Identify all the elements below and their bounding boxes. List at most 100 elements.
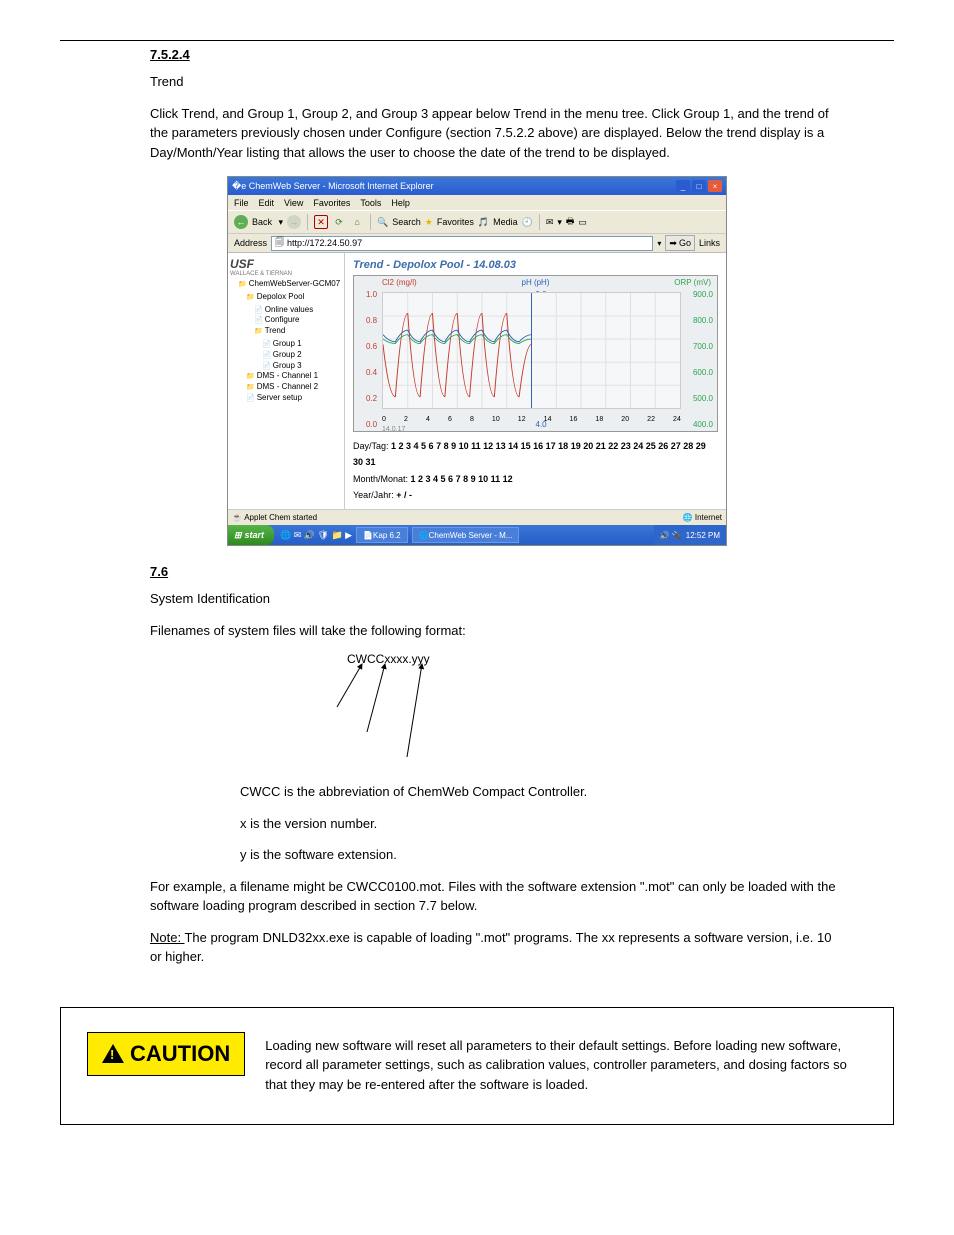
window-maximize-button[interactable]: □ [692,180,706,192]
address-label: Address [234,238,267,248]
edit-icon[interactable]: ▭ [578,217,587,228]
status-left: Applet Chem started [244,513,317,522]
print-icon[interactable]: 🖶 [566,214,575,230]
status-bar: ☕ Applet Chem started 🌐 Internet [228,509,726,525]
mail-icon[interactable]: ✉ [546,217,554,228]
internet-zone-icon: 🌐 [683,513,693,522]
clock: 12:52 PM [686,531,720,540]
system-tray[interactable]: 🔊 🔌 12:52 PM [654,525,726,545]
toolbar: ← Back ▾ → ✕ ⟳ ⌂ 🔍Search ★Favorites 🎵Med… [228,210,726,234]
tree-trend[interactable]: Trend Group 1 Group 2 Group 3 [254,326,342,371]
search-label[interactable]: Search [392,217,421,227]
links-label[interactable]: Links [699,238,720,248]
tree-root[interactable]: ChemWebServer-GCM07 Depolox Pool Online … [238,279,342,404]
date-selector: Day/Tag: 1 2 3 4 5 6 7 8 9 10 11 12 13 1… [353,438,718,503]
usf-logo: USF WALLACE & TIERNAN [230,257,342,277]
start-button[interactable]: ⊞start [228,525,274,545]
section-7-6-body1: Filenames of system files will take the … [150,621,844,641]
history-icon[interactable]: 🕘 [522,217,533,228]
screenshot-trend-page: �e ChemWeb Server - Microsoft Internet E… [227,176,727,546]
menu-tools[interactable]: Tools [360,198,381,208]
legend-x: x is the version number. [240,814,844,834]
section-number: 7.6 [150,564,168,579]
back-button[interactable]: ← [234,215,248,229]
section-7-6-body2: For example, a filename might be CWCC010… [150,877,844,916]
top-rule [60,40,894,41]
x-caption: 14.0.17 [382,426,405,433]
menu-favorites[interactable]: Favorites [313,198,350,208]
y1-tick: 0.8 [366,316,377,325]
window-titlebar: �e ChemWeb Server - Microsoft Internet E… [228,177,726,195]
year-controls[interactable]: + / - [396,490,412,500]
section-7-5-2-4-body: Click Trend, and Group 1, Group 2, and G… [150,104,844,163]
caution-label: CAUTION [130,1041,230,1067]
y1-tick: 0.6 [366,342,377,351]
y3-tick: 800.0 [693,316,713,325]
y1-axis-label: Cl2 (mg/l) [382,278,417,287]
go-button[interactable]: ➡ Go [665,235,695,251]
window-close-button[interactable]: × [708,180,722,192]
menu-view[interactable]: View [284,198,303,208]
search-icon[interactable]: 🔍 [377,217,388,228]
menubar: File Edit View Favorites Tools Help [228,195,726,210]
y3-tick: 700.0 [693,342,713,351]
tree-group-1[interactable]: Group 1 [262,339,342,350]
tree-depolox[interactable]: Depolox Pool Online values Configure Tre… [246,292,342,372]
ie-icon: �e [232,181,246,192]
caution-sign: CAUTION [87,1032,245,1076]
home-button[interactable]: ⌂ [350,215,364,229]
year-label: Year/Jahr: [353,490,396,500]
section-7-5-2-4-heading: 7.5.2.4 [150,47,894,62]
back-label[interactable]: Back [252,217,272,227]
section-7-6-body3: Note: The program DNLD32xx.exe is capabl… [150,928,844,967]
window-minimize-button[interactable]: _ [676,180,690,192]
forward-button[interactable]: → [287,215,301,229]
tree-group-3[interactable]: Group 3 [262,361,342,372]
window-title: ChemWeb Server - Microsoft Internet Expl… [249,181,434,191]
address-field[interactable]: 🗐 http://172.24.50.97 [271,236,653,251]
tree-group-2[interactable]: Group 2 [262,350,342,361]
warning-triangle-icon [102,1044,124,1063]
x-ticks: 024681012141618202224 [382,416,681,423]
y1-tick: 1.0 [366,290,377,299]
section-7-5-2-4-title-line: Trend [150,72,844,92]
trend-chart: Cl2 (mg/l) pH (pH) ORP (mV) 1.0 0.8 0.6 … [353,275,718,432]
applet-icon: ☕ [232,513,242,522]
y1-tick: 0.0 [366,420,377,429]
refresh-button[interactable]: ⟳ [332,215,346,229]
day-label: Day/Tag: [353,441,391,451]
section-title: Trend [150,74,183,89]
legend-cwcc: CWCC is the abbreviation of ChemWeb Comp… [240,782,844,802]
month-label: Month/Monat: [353,474,411,484]
taskbar-item-2[interactable]: 🌐 ChemWeb Server - M... [412,527,520,543]
caution-text: Loading new software will reset all para… [265,1032,867,1095]
stop-button[interactable]: ✕ [314,215,328,229]
windows-logo-icon: ⊞ [234,530,242,541]
y3-tick: 500.0 [693,394,713,403]
plot-area [382,292,681,409]
tree-dms2[interactable]: DMS - Channel 2 [246,382,342,393]
tree-configure[interactable]: Configure [254,315,342,326]
quicklaunch-icons[interactable]: 🌐 ✉ 🔊 🛡 📁 ▶ [280,530,352,541]
media-label[interactable]: Media [493,217,518,227]
y3-axis-label: ORP (mV) [674,278,711,287]
y1-tick: 0.4 [366,368,377,377]
menu-file[interactable]: File [234,198,249,208]
menu-help[interactable]: Help [391,198,410,208]
taskbar: ⊞start 🌐 ✉ 🔊 🛡 📁 ▶ 📄 Kap 6.2 🌐 ChemWeb S… [228,525,726,545]
day-links[interactable]: 1 2 3 4 5 6 7 8 9 10 11 12 13 14 15 16 1… [353,441,706,467]
favorites-icon[interactable]: ★ [425,217,433,228]
caution-box: CAUTION Loading new software will reset … [60,1007,894,1126]
status-right: Internet [695,513,722,522]
taskbar-item-1[interactable]: 📄 Kap 6.2 [356,527,408,543]
tree-dms1[interactable]: DMS - Channel 1 [246,371,342,382]
media-icon[interactable]: 🎵 [478,217,489,228]
tree-server-setup[interactable]: Server setup [246,393,342,404]
tree-online-values[interactable]: Online values [254,305,342,316]
menu-edit[interactable]: Edit [259,198,275,208]
nav-tree: USF WALLACE & TIERNAN ChemWebServer-GCM0… [228,253,345,509]
favorites-label[interactable]: Favorites [437,217,474,227]
month-links[interactable]: 1 2 3 4 5 6 7 8 9 10 11 12 [411,474,513,484]
page-icon: 🗐 [275,235,284,251]
address-bar: Address 🗐 http://172.24.50.97 ▾ ➡ Go Lin… [228,234,726,253]
